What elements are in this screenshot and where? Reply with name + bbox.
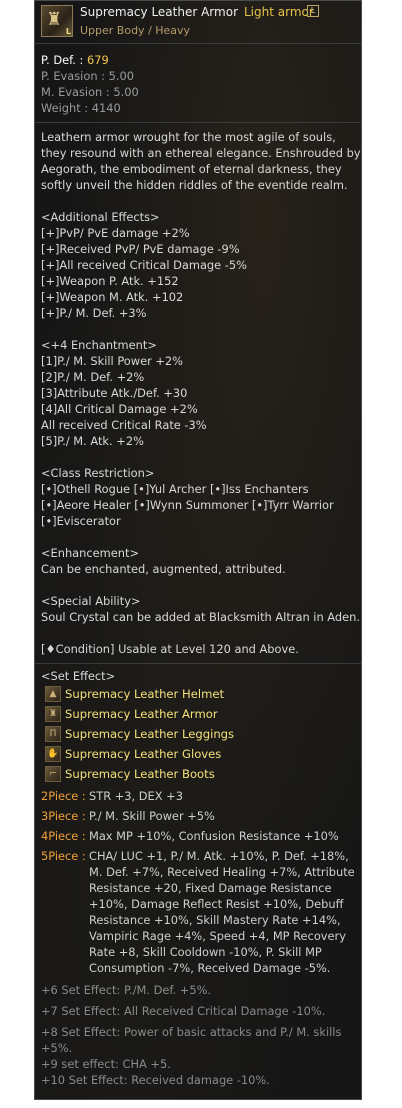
set-item-name: Supremacy Leather Boots (65, 767, 215, 781)
set-piece-2: 2Piece : STR +3, DEX +3 (41, 788, 355, 804)
pdef-label: P. Def. : (41, 53, 87, 67)
additional-effect-line: [+]All received Critical Damage -5% (41, 258, 247, 272)
set-extra-effect: +7 Set Effect: All Received Critical Dam… (41, 1004, 326, 1018)
m-evasion-stat: M. Evasion : 5.00 (41, 85, 139, 99)
enchantment-line: [3]Attribute Atk./Def. +30 (41, 386, 188, 400)
set-item-name: Supremacy Leather Gloves (65, 747, 222, 761)
description-line: Leathern armor wrought for the most agil… (41, 130, 336, 144)
pdef-stat: P. Def. : 679 (41, 52, 355, 68)
set-item-gloves: ✋ Supremacy Leather Gloves (41, 744, 355, 764)
enchantment-line: [1]P./ M. Skill Power +2% (41, 354, 183, 368)
additional-effect-line: [+]Received PvP/ PvE damage -9% (41, 242, 240, 256)
class-restriction-header: <Class Restriction> (41, 466, 155, 480)
enchantment-header: <+4 Enchantment> (41, 338, 157, 352)
additional-effect-line: [+]Weapon M. Atk. +102 (41, 290, 184, 304)
piece-label: 2Piece : (41, 789, 86, 803)
piece-text: CHA/ LUC +1, P./ M. Atk. +10%, P. Def. +… (89, 848, 355, 976)
item-tooltip: ♜ L Supremacy Leather Armor Light armor L… (34, 0, 362, 1100)
piece-text: P./ M. Skill Power +5% (89, 808, 215, 824)
piece-line: Resistance +10%, Skill Mastery Rate +14%… (89, 913, 341, 927)
description-line: they resound with an ethereal elegance. … (41, 146, 361, 160)
item-slot: Upper Body / Heavy (80, 24, 191, 37)
weight-stat: Weight : 4140 (41, 101, 121, 115)
set-extra-effect: +6 Set Effect: P./M. Def. +5%. (41, 983, 212, 997)
description-line: Aegorath, the embodiment of eternal dark… (41, 162, 342, 176)
special-ability-header: <Special Ability> (41, 594, 141, 608)
leggings-icon: Π (45, 726, 61, 742)
additional-effects-header: <Additional Effects> (41, 210, 160, 224)
set-piece-5: 5Piece : CHA/ LUC +1, P./ M. Atk. +10%, … (41, 848, 355, 976)
piece-line: CHA/ LUC +1, P./ M. Atk. +10%, P. Def. +… (89, 849, 349, 863)
description-block: Leathern armor wrought for the most agil… (35, 123, 361, 657)
enhancement-text: Can be enchanted, augmented, attributed. (41, 562, 286, 576)
piece-line: Resistance +20, Fixed Damage Resistance (89, 881, 332, 895)
set-effect-block: <Set Effect> ▲ Supremacy Leather Helmet … (35, 663, 361, 1088)
stats-block: P. Def. : 679 P. Evasion : 5.00 M. Evasi… (35, 44, 361, 123)
set-item-name: Supremacy Leather Helmet (65, 687, 225, 701)
p-evasion-stat: P. Evasion : 5.00 (41, 69, 134, 83)
enchantment-line: [5]P./ M. Atk. +2% (41, 434, 144, 448)
piece-label: 5Piece : (41, 849, 86, 863)
set-extra-effect: +10 Set Effect: Received damage -10%. (41, 1073, 270, 1087)
piece-line: Max MP +10%, Confusion Resistance +10% (89, 829, 339, 843)
class-restriction-line: [•]Eviscerator (41, 514, 121, 528)
piece-line: M. Def. +7%, Received Healing +7%, Attri… (89, 865, 355, 879)
enchantment-line: [4]All Critical Damage +2% (41, 402, 198, 416)
boots-icon: ⌐ (45, 766, 61, 782)
piece-text: STR +3, DEX +3 (89, 788, 183, 804)
piece-line: STR +3, DEX +3 (89, 789, 183, 803)
armor-icon: ♜ (45, 706, 61, 722)
piece-line: Consumption -7%, Received Damage -5%. (89, 961, 331, 975)
additional-effect-line: [+]Weapon P. Atk. +152 (41, 274, 179, 288)
piece-label: 4Piece : (41, 829, 86, 843)
set-item-name: Supremacy Leather Leggings (65, 727, 235, 741)
additional-effect-line: [+]PvP/ PvE damage +2% (41, 226, 190, 240)
piece-line: P./ M. Skill Power +5% (89, 809, 215, 823)
armor-icon: ♜ L (41, 5, 73, 37)
set-item-leggings: Π Supremacy Leather Leggings (41, 724, 355, 744)
enchantment-line: [2]P./ M. Def. +2% (41, 370, 145, 384)
set-piece-3: 3Piece : P./ M. Skill Power +5% (41, 808, 355, 824)
tooltip-header: ♜ L Supremacy Leather Armor Light armor L… (35, 1, 361, 44)
set-item-boots: ⌐ Supremacy Leather Boots (41, 764, 355, 784)
piece-line: +10%, Damage Reflect Resist +10%, Debuff (89, 897, 344, 911)
piece-line: Rate +8, Skill Cooldown -10%, P. Skill M… (89, 945, 322, 959)
set-extra-effect: +8 Set Effect: Power of basic attacks an… (41, 1025, 342, 1039)
set-effect-header: <Set Effect> (41, 669, 116, 683)
armor-glyph: ♜ (46, 9, 63, 30)
enchantment-line: All received Critical Rate -3% (41, 418, 207, 432)
set-extra-effect: +5%. (41, 1041, 73, 1055)
pdef-value: 679 (87, 53, 109, 67)
set-item-armor: ♜ Supremacy Leather Armor (41, 704, 355, 724)
item-name: Supremacy Leather Armor (80, 5, 238, 19)
enhancement-header: <Enhancement> (41, 546, 139, 560)
set-extra-effect: +9 set effect: CHA +5. (41, 1057, 171, 1071)
description-line: softly unveil the hidden riddles of the … (41, 178, 348, 192)
class-restriction-line: [•]Aeore Healer [•]Wynn Summoner [•]Tyrr… (41, 498, 334, 512)
gloves-icon: ✋ (45, 746, 61, 762)
grade-badge: L (307, 5, 319, 17)
armor-type: Light armor (244, 5, 314, 19)
class-restriction-line: [•]Othell Rogue [•]Yul Archer [•]Iss Enc… (41, 482, 309, 496)
set-item-helmet: ▲ Supremacy Leather Helmet (41, 684, 355, 704)
piece-text: Max MP +10%, Confusion Resistance +10% (89, 828, 339, 844)
item-title: Supremacy Leather Armor Light armor (80, 4, 314, 20)
level-condition: [♦Condition] Usable at Level 120 and Abo… (41, 642, 299, 656)
helmet-icon: ▲ (45, 686, 61, 702)
piece-label: 3Piece : (41, 809, 86, 823)
special-ability-text: Soul Crystal can be added at Blacksmith … (41, 610, 360, 624)
piece-line: Vampiric Rage +4%, Speed +4, MP Recovery (89, 929, 346, 943)
set-piece-4: 4Piece : Max MP +10%, Confusion Resistan… (41, 828, 355, 844)
additional-effect-line: [+]P./ M. Def. +3% (41, 306, 147, 320)
icon-grade-tag: L (65, 27, 71, 36)
set-item-name: Supremacy Leather Armor (65, 707, 218, 721)
